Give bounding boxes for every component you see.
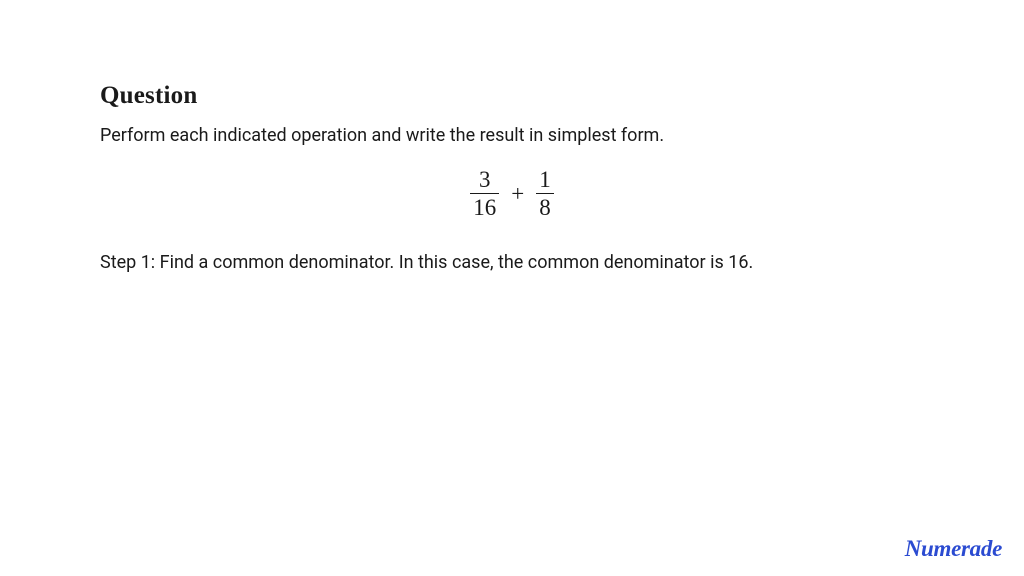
question-prompt: Perform each indicated operation and wri… [100,122,924,149]
fraction-2-denominator: 8 [536,193,554,220]
fraction-1-denominator: 16 [470,193,499,220]
question-content: Question Perform each indicated operatio… [0,0,1024,276]
fraction-1-numerator: 3 [476,167,494,193]
fraction-2: 1 8 [536,167,554,221]
fraction-2-numerator: 1 [536,167,554,193]
fraction-1: 3 16 [470,167,499,221]
plus-operator: + [509,182,526,205]
brand-logo: Numerade [905,536,1002,562]
math-row: 3 16 + 1 8 [470,167,553,221]
step-1-text: Step 1: Find a common denominator. In th… [100,249,924,276]
question-heading: Question [100,82,924,110]
math-expression: 3 16 + 1 8 [100,167,924,221]
